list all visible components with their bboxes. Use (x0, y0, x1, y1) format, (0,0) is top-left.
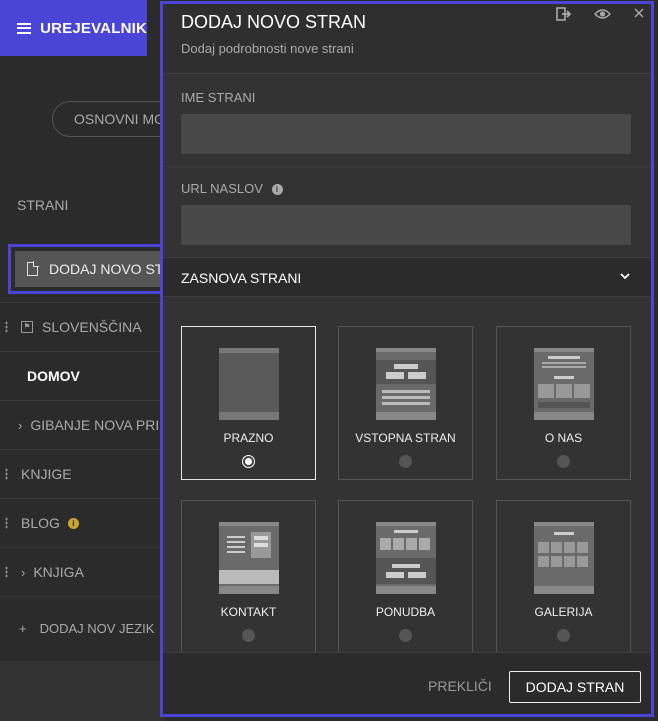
template-card-offer[interactable]: PONUDBA (338, 500, 473, 654)
sidebar-footer (0, 661, 165, 721)
url-input[interactable] (181, 205, 631, 245)
sidebar-item-movement[interactable]: › GIBANJE NOVA PRIHODNOST (0, 400, 165, 449)
preview-eye-icon[interactable] (594, 8, 611, 20)
drag-handle-icon[interactable] (5, 517, 8, 529)
template-label: GALERIJA (534, 605, 593, 619)
add-page-label: DODAJ NOVO STRAN (49, 261, 168, 277)
template-radio[interactable] (399, 629, 412, 642)
sidebar-item-blog[interactable]: BLOG i (0, 498, 165, 547)
close-icon[interactable] (634, 8, 644, 18)
template-radio[interactable] (557, 455, 570, 468)
template-card-about[interactable]: O NAS (496, 326, 631, 480)
template-card-contact[interactable]: KONTAKT (181, 500, 316, 654)
template-label: KONTAKT (220, 605, 277, 619)
about-template-thumbnail (534, 348, 594, 420)
add-page-button[interactable]: DODAJ STRAN (509, 671, 641, 703)
pages-heading: STRANI (17, 197, 69, 213)
export-icon[interactable] (556, 7, 572, 21)
add-page-item[interactable]: DODAJ NOVO STRAN (8, 244, 168, 294)
sidebar: UREJEVALNIK OSNOVNI MODE STRANI DODAJ NO… (0, 0, 192, 661)
url-label-text: URL NASLOV (181, 181, 263, 196)
template-card-gallery[interactable]: GALERIJA (496, 500, 631, 654)
info-icon: i (67, 517, 79, 529)
url-label: URL NASLOV i (181, 181, 283, 196)
sidebar-item-label: GIBANJE NOVA PRIHODNOST (30, 417, 165, 433)
info-icon[interactable]: i (271, 184, 283, 195)
template-label: O NAS (544, 431, 583, 445)
template-radio[interactable] (557, 629, 570, 642)
page-name-input[interactable] (181, 114, 631, 154)
template-label: PRAZNO (223, 431, 274, 445)
sidebar-item-label: SLOVENŠČINA (42, 319, 142, 335)
chevron-down-icon[interactable] (620, 271, 630, 281)
divider (163, 166, 651, 167)
drag-handle-icon[interactable] (5, 468, 8, 480)
sidebar-item-label: KNJIGE (21, 466, 72, 482)
drag-handle-icon[interactable] (5, 566, 8, 578)
offer-template-thumbnail (376, 522, 436, 594)
sidebar-item-language[interactable]: ⚑ SLOVENŠČINA (0, 302, 165, 351)
contact-template-thumbnail (219, 522, 279, 594)
template-radio[interactable] (399, 455, 412, 468)
dialog-footer: PREKLIČI DODAJ STRAN (163, 652, 651, 714)
dialog-subtitle: Dodaj podrobnosti nove strani (181, 41, 354, 56)
cancel-button[interactable]: PREKLIČI (428, 678, 492, 694)
dialog-title: DODAJ NOVO STRAN (181, 12, 367, 32)
dialog-header: DODAJ NOVO STRAN Dodaj podrobnosti nove … (163, 4, 651, 74)
layout-section-header[interactable]: ZASNOVA STRANI (163, 257, 651, 297)
layout-section-title: ZASNOVA STRANI (181, 270, 302, 286)
template-label: PONUDBA (375, 605, 436, 619)
page-name-label: IME STRANI (181, 90, 256, 105)
plus-icon: + (19, 621, 27, 636)
template-card-landing[interactable]: VSTOPNA STRAN (338, 326, 473, 480)
gallery-template-thumbnail (534, 522, 594, 594)
template-radio[interactable] (242, 629, 255, 642)
blank-template-thumbnail (219, 348, 279, 420)
chevron-right-icon[interactable]: › (21, 565, 25, 580)
landing-template-thumbnail (376, 348, 436, 420)
template-label: VSTOPNA STRAN (355, 431, 456, 445)
sidebar-item-label: DOMOV (27, 368, 80, 384)
language-flag-icon: ⚑ (21, 321, 33, 333)
hamburger-icon (17, 22, 31, 34)
add-language-button[interactable]: + DODAJ NOV JEZIK (19, 621, 154, 636)
add-language-label: DODAJ NOV JEZIK (39, 621, 155, 636)
template-card-blank[interactable]: PRAZNO (181, 326, 316, 480)
drag-handle-icon[interactable] (5, 321, 8, 333)
sidebar-item-label: BLOG (21, 515, 60, 531)
sidebar-item-book[interactable]: › KNJIGA (0, 547, 165, 596)
sidebar-item-books[interactable]: KNJIGE (0, 449, 165, 498)
editor-menu-button[interactable]: UREJEVALNIK (0, 0, 147, 56)
sidebar-item-label: KNJIGA (33, 564, 84, 580)
app-title: UREJEVALNIK (40, 19, 147, 37)
page-icon (27, 261, 39, 276)
template-radio[interactable] (242, 455, 255, 468)
sidebar-item-home[interactable]: DOMOV (0, 351, 165, 400)
add-page-dialog: DODAJ NOVO STRAN Dodaj podrobnosti nove … (160, 1, 654, 717)
chevron-right-icon[interactable]: › (18, 418, 22, 433)
